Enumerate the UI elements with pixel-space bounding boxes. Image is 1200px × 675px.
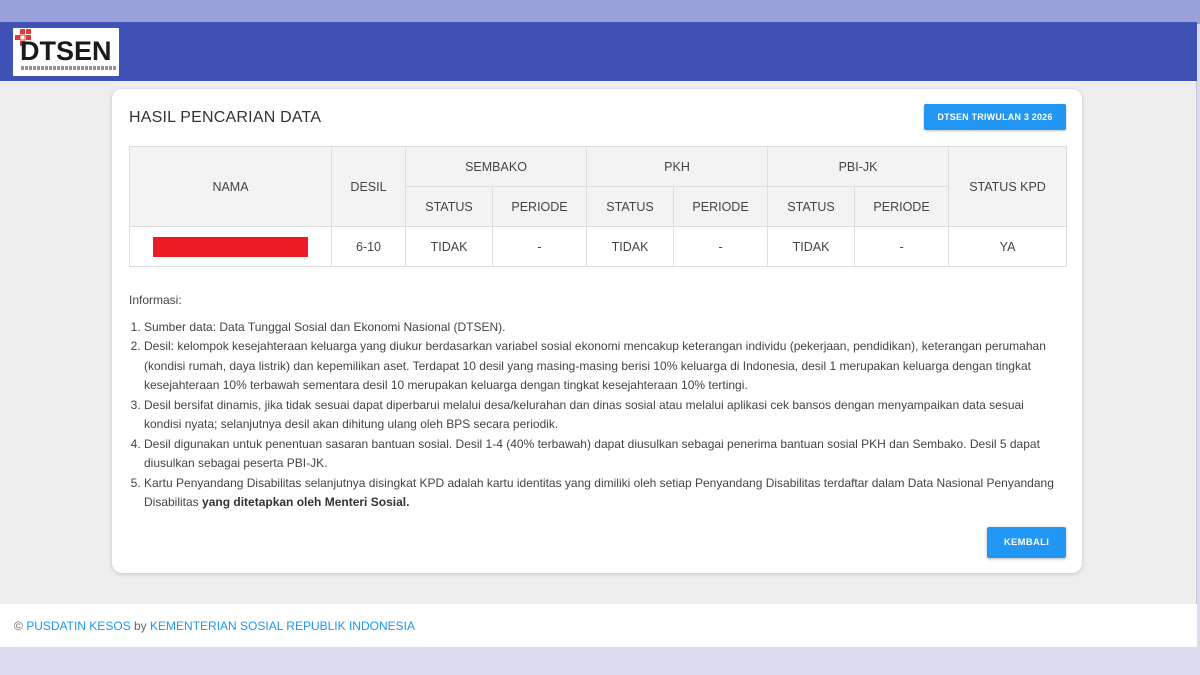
col-header-pbi-status: STATUS — [767, 186, 856, 227]
cell-pkh-status: TIDAK — [586, 226, 675, 267]
info-item: Desil bersifat dinamis, jika tidak sesua… — [144, 396, 1059, 435]
col-header-pbi-periode: PERIODE — [854, 186, 950, 227]
page-title: HASIL PENCARIAN DATA — [129, 109, 322, 126]
result-card: HASIL PENCARIAN DATA DTSEN TRIWULAN 3 20… — [112, 89, 1082, 573]
cell-pbi-status: TIDAK — [767, 226, 856, 267]
info-item: Kartu Penyandang Disabilitas selanjutnya… — [144, 474, 1059, 513]
redacted-name-block — [153, 236, 308, 257]
col-header-sembako-periode: PERIODE — [491, 186, 588, 227]
footer: © PUSDATIN KESOS by KEMENTERIAN SOSIAL R… — [0, 604, 1197, 647]
table-header-row: NAMA DESIL SEMBAKO PKH PBI-JK STATUS KPD — [129, 146, 1068, 227]
info-item: Desil digunakan untuk penentuan sasaran … — [144, 435, 1059, 474]
cell-pkh-periode: - — [673, 226, 769, 267]
outer-backdrop — [0, 0, 1200, 24]
pusdatin-link[interactable]: PUSDATIN KESOS — [26, 619, 130, 633]
info-item-text: Desil bersifat dinamis, jika tidak sesua… — [144, 397, 1024, 432]
col-header-desil: DESIL — [331, 146, 406, 227]
result-table: NAMA DESIL SEMBAKO PKH PBI-JK STATUS KPD… — [129, 146, 1068, 267]
cell-desil: 6-10 — [331, 226, 406, 267]
kemensos-link[interactable]: KEMENTERIAN SOSIAL REPUBLIK INDONESIA — [150, 619, 415, 633]
col-header-pkh-status: STATUS — [586, 186, 675, 227]
cell-nama — [129, 226, 332, 267]
info-heading: Informasi: — [129, 293, 182, 307]
page-frame: DTSEN HASIL PENCARIAN DATA DTSEN TRIWULA… — [0, 22, 1197, 647]
copyright-symbol: © — [14, 618, 23, 633]
info-item-bold-text: yang ditetapkan oleh Menteri Sosial. — [202, 495, 410, 509]
footer-by-text: by — [134, 618, 147, 633]
back-button[interactable]: KEMBALI — [987, 527, 1066, 558]
info-section: Informasi: Sumber data: Data Tunggal Sos… — [129, 291, 1059, 513]
col-header-sembako: SEMBAKO — [404, 146, 588, 187]
col-header-pbi-jk: PBI-JK — [767, 146, 950, 187]
dtsen-logo[interactable]: DTSEN — [13, 28, 119, 76]
info-item: Desil: kelompok kesejahteraan keluarga y… — [144, 337, 1059, 396]
col-header-pkh: PKH — [586, 146, 769, 187]
logo-text: DTSEN — [20, 36, 112, 66]
info-item-text: Desil: kelompok kesejahteraan keluarga y… — [144, 339, 1046, 392]
col-header-status-kpd: STATUS KPD — [948, 146, 1068, 227]
info-item-text: Desil digunakan untuk penentuan sasaran … — [144, 436, 1040, 471]
cell-pbi-periode: - — [854, 226, 950, 267]
col-header-pkh-periode: PERIODE — [673, 186, 769, 227]
col-header-sembako-status: STATUS — [405, 186, 493, 227]
info-item: Sumber data: Data Tunggal Sosial dan Eko… — [144, 318, 1059, 338]
app-header: DTSEN — [0, 22, 1197, 81]
cell-status-kpd: YA — [948, 226, 1068, 267]
logo-tagline — [21, 66, 117, 70]
col-header-nama: NAMA — [129, 146, 332, 227]
cell-sembako-periode: - — [491, 226, 588, 267]
table-row: 6-10 TIDAK - TIDAK - TIDAK - YA — [129, 226, 1068, 267]
info-list: Sumber data: Data Tunggal Sosial dan Eko… — [129, 318, 1059, 513]
cell-sembako-status: TIDAK — [405, 226, 493, 267]
info-item-text: Sumber data: Data Tunggal Sosial dan Eko… — [144, 319, 506, 334]
dtsen-period-badge[interactable]: DTSEN TRIWULAN 3 2026 — [924, 104, 1066, 130]
